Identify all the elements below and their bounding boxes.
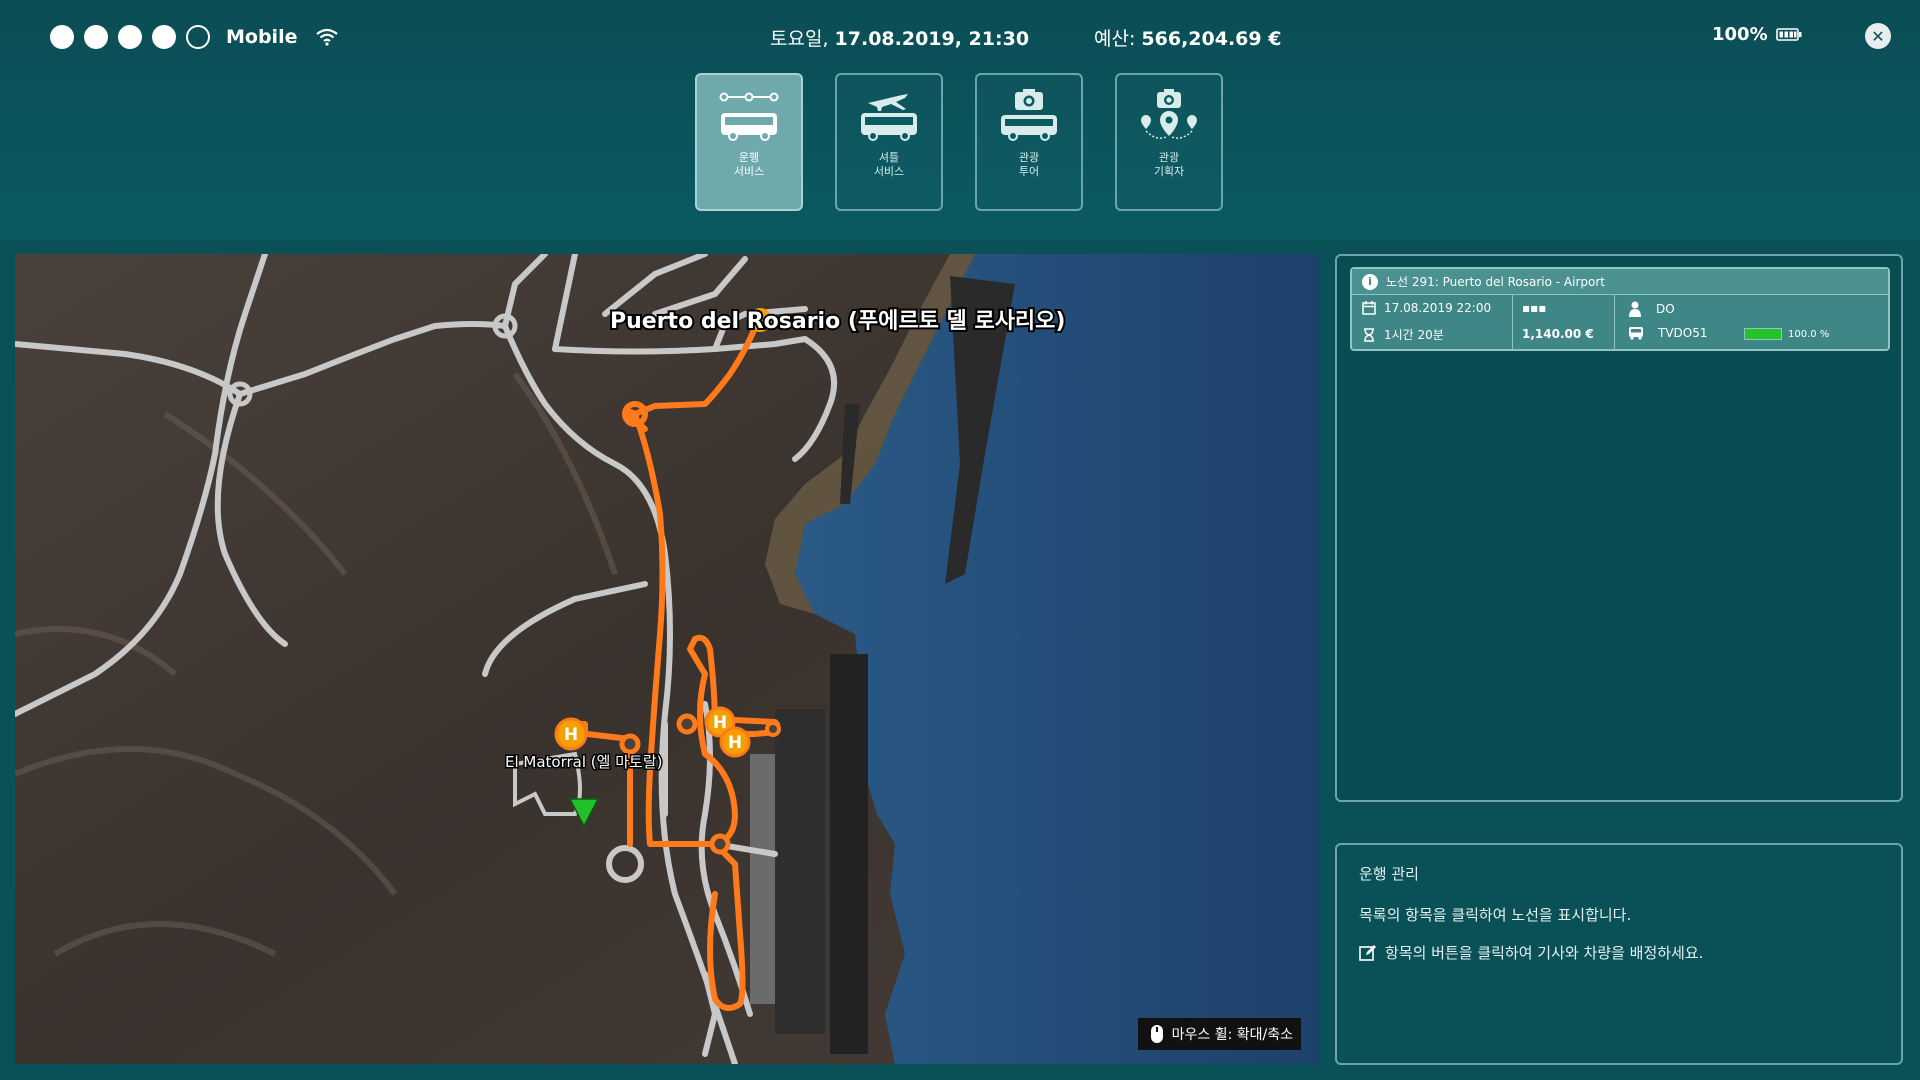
route-date-cell: 17.08.2019 22:00 [1362,301,1491,315]
vehicle-condition: 100.0 % [1744,328,1829,340]
wifi-icon [316,28,339,46]
close-icon: ✕ [1871,26,1885,46]
route-rating: ▪▪▪ [1522,301,1547,315]
map-runway [830,654,868,1054]
battery-percent: 100% [1712,24,1768,45]
hint-line: 목록의 항목을 클릭하여 노선을 표시합니다. [1359,904,1879,925]
budget-label: 예산: [1094,28,1142,50]
route-date: 17.08.2019 22:00 [1384,301,1492,315]
signal-dot [50,25,74,49]
driver-name: DO [1656,302,1675,316]
bus-stop-marker[interactable]: H [554,717,588,751]
bus-route-icon [719,92,779,141]
battery-status: 100% [1712,24,1802,45]
route-price-cell: 1,140.00 € [1522,327,1594,341]
weekday: 토요일, [770,28,835,50]
vehicle-id: TVDO51 [1658,326,1708,340]
top-bar: Mobile 토요일, 17.08.2019, 21:30 예산: 566,20… [0,0,1920,240]
panel-title: 운행 관리 [1359,865,1419,883]
route-price: 1,140.00 € [1522,327,1594,341]
shuttle-plane-icon [861,94,917,141]
condition-bar-fill [1745,329,1781,339]
route-header: i 노선 291: Puerto del Rosario - Airport [1352,269,1888,295]
game-datetime: 토요일, 17.08.2019, 21:30 [770,24,1029,51]
signal-dot [152,25,176,49]
column-divider [1512,295,1513,350]
condition-bar [1744,328,1782,340]
bus-stop-marker[interactable]: H [719,726,751,758]
mode-label: 관광 투어 [1018,151,1040,178]
route-duration: 1시간 20분 [1384,328,1444,342]
signal-dot-empty [186,25,210,49]
tour-camera-bus-icon [1001,89,1057,141]
route-duration-cell: 1시간 20분 [1362,326,1444,343]
map-canvas[interactable]: H H H Puerto del Rosario (푸에르토 델 로사리오) E… [15,254,1319,1064]
route-rating-cell: ▪▪▪ [1522,301,1546,315]
map-terminal [750,754,775,1004]
mode-button-shuttle-service[interactable]: 셔틀 서비스 [835,73,943,211]
city-label: Puerto del Rosario (푸에르토 델 로사리오) [610,309,1065,334]
stop-label: El Matorral (엘 마토랄) [505,753,662,771]
bus-icon [1629,327,1643,340]
route-list-panel: i 노선 291: Puerto del Rosario - Airport 1… [1335,254,1903,802]
zoom-hint-text: 마우스 휠: 확대/축소 [1171,1027,1293,1043]
signal-indicator: Mobile [50,25,339,49]
route-node [765,721,781,737]
route-map[interactable]: H H H Puerto del Rosario (푸에르토 델 로사리오) E… [15,254,1319,1064]
close-button[interactable]: ✕ [1865,23,1891,49]
carrier-name: Mobile [226,26,298,48]
mode-label: 운행 서비스 [733,151,765,178]
hint-text: 항목의 버튼을 클릭하여 기사와 차량을 배정하세요. [1385,944,1704,962]
mode-button-route-service[interactable]: 운행 서비스 [695,73,803,211]
condition-label: 100.0 % [1788,328,1830,340]
stop-marker-label: H [728,733,742,753]
route-list-item[interactable]: i 노선 291: Puerto del Rosario - Airport 1… [1350,267,1890,351]
tour-planner-camera-pin-icon [1141,89,1197,139]
driver-icon [1629,301,1641,317]
info-icon: i [1362,273,1378,290]
mode-label: 셔틀 서비스 [873,151,905,178]
mouse-icon [1150,1025,1163,1043]
route-node [619,733,641,755]
mode-label: 관광 기획자 [1153,151,1185,178]
driver-cell[interactable]: DO [1628,301,1675,317]
mode-button-sightseeing-tour[interactable]: 관광 투어 [975,73,1083,211]
route-title: 노선 291: Puerto del Rosario - Airport [1386,275,1606,289]
budget: 예산: 566,204.69 € [1094,24,1281,51]
map-airport-apron [775,709,825,1034]
calendar-icon [1362,301,1376,315]
zoom-hint: 마우스 휠: 확대/축소 [1137,1018,1301,1050]
mode-button-tour-planner[interactable]: 관광 기획자 [1115,73,1223,211]
edit-icon [1359,944,1376,961]
route-node [709,833,731,855]
signal-dot [84,25,108,49]
date-time-value: 17.08.2019, 21:30 [834,28,1030,50]
signal-dot [118,25,142,49]
stop-marker-label: H [564,725,578,745]
stop-marker-label: H [713,713,727,733]
hourglass-icon [1364,327,1374,342]
hint-line: 항목의 버튼을 클릭하여 기사와 차량을 배정하세요. [1359,942,1879,963]
hint-text: 목록의 항목을 클릭하여 노선을 표시합니다. [1359,906,1632,924]
column-divider [1614,295,1615,350]
budget-value: 566,204.69 € [1141,28,1282,50]
vehicle-cell[interactable]: TVDO51 [1628,326,1708,340]
route-node [676,713,698,735]
battery-icon [1775,28,1802,41]
operations-info-panel: 운행 관리 목록의 항목을 클릭하여 노선을 표시합니다. 항목의 버튼을 클릭… [1335,843,1903,1065]
